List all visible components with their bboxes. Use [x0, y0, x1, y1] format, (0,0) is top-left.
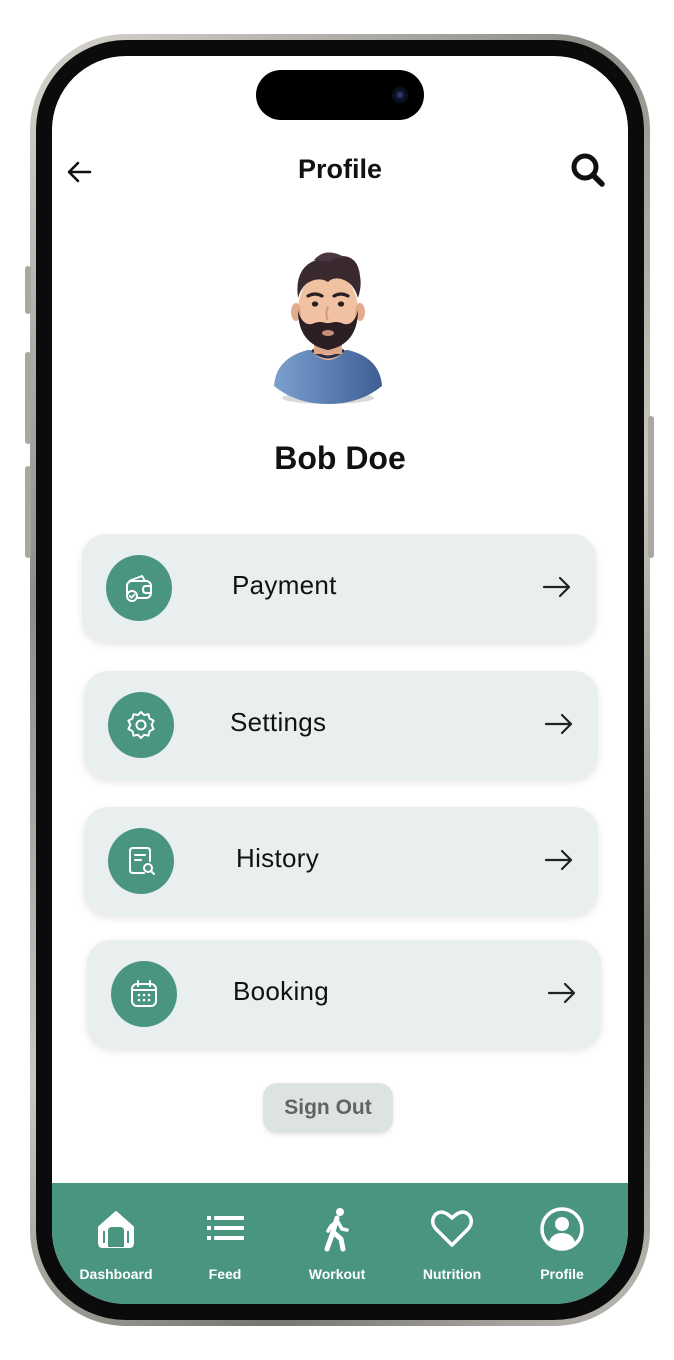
receipt-search-icon	[129, 847, 155, 875]
list-icon	[207, 1216, 244, 1240]
camera-lens	[392, 87, 408, 103]
nav-item-nutrition[interactable]: Nutrition	[397, 1183, 507, 1304]
menu-item-label: Payment	[232, 570, 337, 600]
nav-item-profile[interactable]: Profile	[507, 1183, 617, 1304]
walking-icon	[324, 1208, 349, 1252]
menu-item-label: Booking	[233, 976, 330, 1006]
bottom-nav: Dashboard Feed Workout Nutrition Profile	[52, 1183, 628, 1304]
nav-item-dashboard[interactable]: Dashboard	[61, 1183, 171, 1304]
nav-label: Profile	[540, 1266, 584, 1282]
nav-item-workout[interactable]: Workout	[282, 1183, 392, 1304]
gear-icon	[127, 711, 155, 739]
nav-label: Feed	[208, 1266, 242, 1282]
nav-label: Nutrition	[422, 1266, 482, 1282]
avatar	[264, 246, 394, 406]
home-icon	[98, 1211, 134, 1248]
menu-item-settings[interactable]: Settings	[84, 671, 598, 779]
search-button[interactable]	[568, 150, 608, 190]
menu-item-payment[interactable]: Payment	[82, 534, 596, 642]
menu-item-label: Settings	[230, 707, 327, 737]
side-button-power	[648, 416, 654, 558]
user-circle-icon	[540, 1207, 584, 1251]
arrow-right-icon	[542, 576, 571, 598]
page-title: Profile	[297, 154, 383, 184]
dynamic-island	[256, 70, 424, 120]
top-bar: Profile	[52, 144, 628, 200]
menu-icon-circle	[111, 961, 177, 1027]
calendar-icon	[131, 980, 157, 1007]
search-icon	[571, 153, 605, 187]
sign-out-button[interactable]: Sign Out	[263, 1083, 393, 1133]
arrow-right-icon	[544, 713, 573, 735]
menu-item-booking[interactable]: Booking	[87, 940, 601, 1048]
arrow-right-icon	[544, 849, 573, 871]
side-button-action	[25, 266, 31, 314]
menu-icon-circle	[106, 555, 172, 621]
menu-item-history[interactable]: History	[84, 807, 598, 915]
phone-screen: Profile Bob Doe Payment Settings History…	[52, 56, 628, 1304]
side-button-volume-down	[25, 466, 31, 558]
nav-label: Dashboard	[79, 1266, 153, 1282]
nav-item-feed[interactable]: Feed	[170, 1183, 280, 1304]
menu-icon-circle	[108, 692, 174, 758]
nav-label: Workout	[308, 1266, 366, 1282]
menu-icon-circle	[108, 828, 174, 894]
arrow-right-icon	[547, 982, 576, 1004]
side-button-volume-up	[25, 352, 31, 444]
heart-icon	[431, 1210, 473, 1247]
wallet-check-icon	[126, 575, 152, 602]
bearded-man-avatar-image	[274, 252, 382, 404]
user-name: Bob Doe	[274, 440, 406, 476]
menu-item-label: History	[236, 843, 319, 873]
